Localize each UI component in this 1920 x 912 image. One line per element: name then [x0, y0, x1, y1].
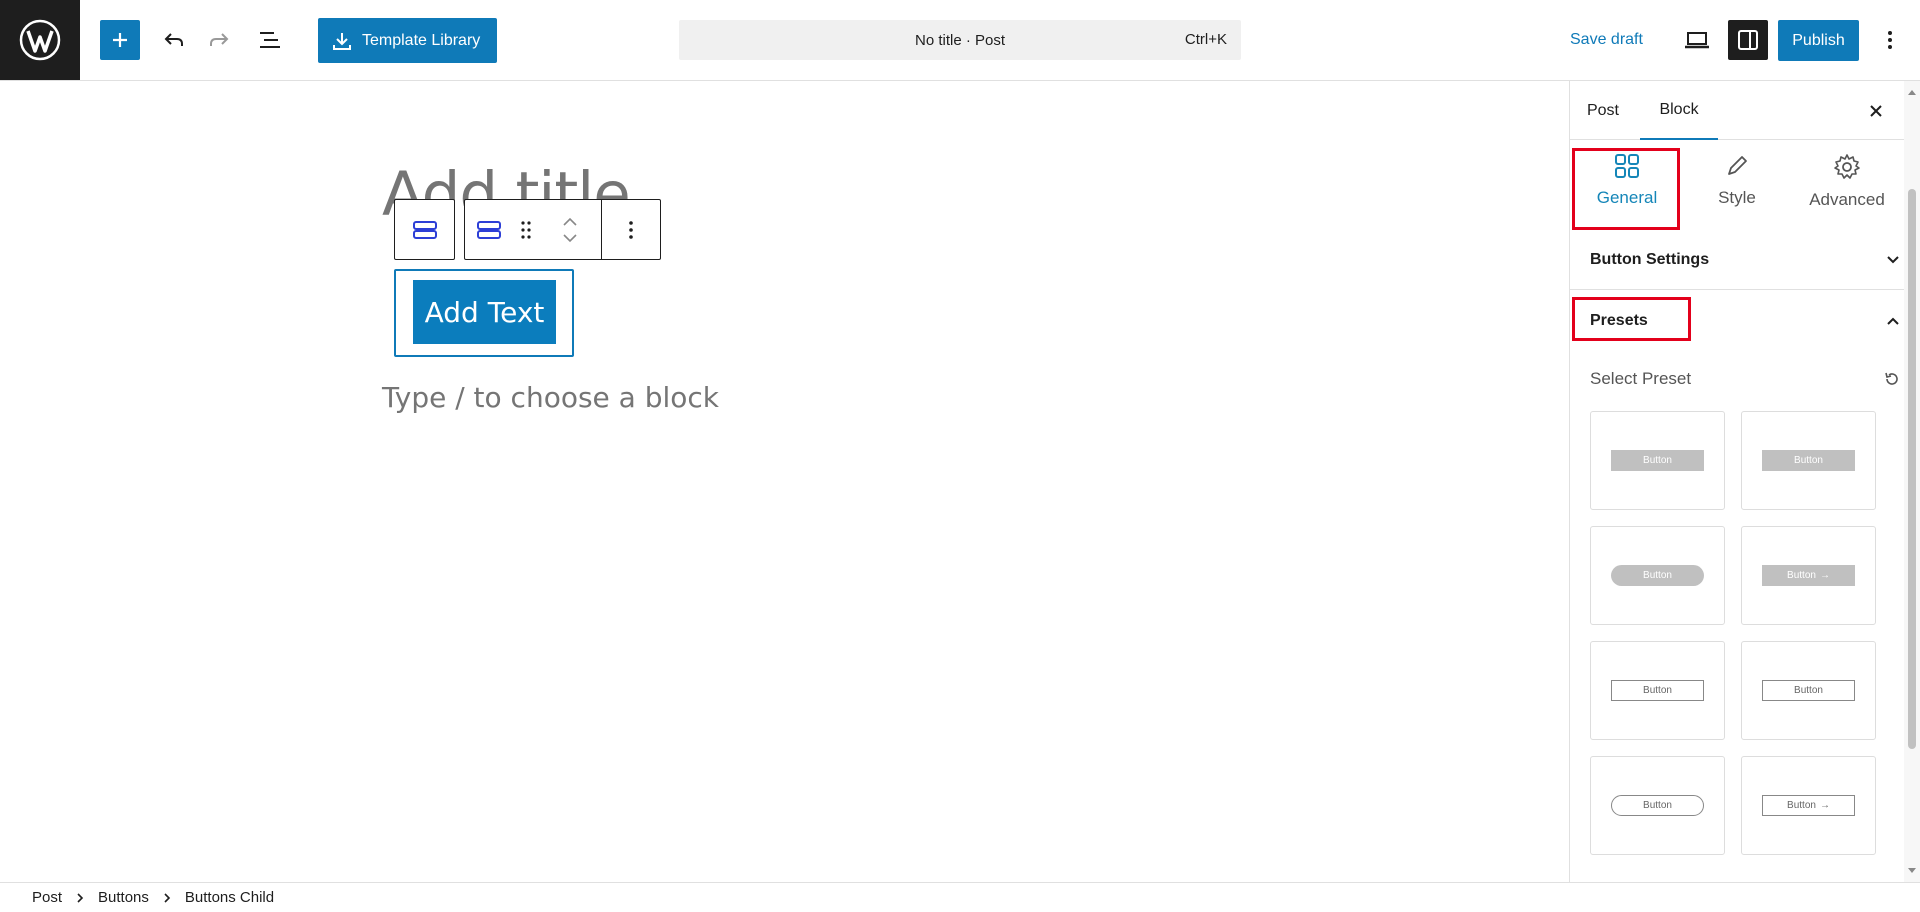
default-block-appender[interactable]: Type / to choose a block — [382, 381, 719, 414]
preset-card[interactable]: Button — [1590, 411, 1725, 510]
settings-sidebar-toggle[interactable] — [1728, 20, 1768, 60]
preset-preview: Button — [1762, 680, 1855, 701]
tab-advanced[interactable]: Advanced — [1792, 143, 1902, 223]
scroll-down-arrow-icon — [1908, 868, 1916, 873]
preset-preview: Button → — [1762, 795, 1855, 816]
wordpress-logo-button[interactable] — [0, 0, 80, 80]
breadcrumb-buttons[interactable]: Buttons — [98, 889, 149, 906]
select-preset-label: Select Preset — [1590, 369, 1692, 388]
command-shortcut: Ctrl+K — [1184, 31, 1227, 48]
sidebar-scrollbar[interactable] — [1904, 81, 1920, 882]
highlight-box-presets — [1572, 297, 1691, 341]
button-settings-panel-toggle[interactable]: Button Settings — [1570, 231, 1920, 290]
preview-button[interactable] — [1677, 20, 1717, 60]
plus-icon — [113, 33, 127, 47]
download-icon — [333, 32, 351, 50]
drag-handle[interactable] — [513, 200, 539, 259]
preset-preview-label: Button — [1787, 570, 1816, 581]
arrow-right-icon: → — [1819, 570, 1830, 581]
button-settings-title: Button Settings — [1590, 251, 1710, 268]
preset-card[interactable]: Button → — [1741, 756, 1876, 855]
settings-sidebar: Post Block General Style Advanced Button… — [1569, 81, 1920, 882]
block-inserter-button[interactable] — [100, 20, 140, 60]
publish-button[interactable]: Publish — [1778, 20, 1859, 61]
sidebar-tabs: Post Block — [1570, 81, 1920, 140]
preset-preview: Button — [1611, 565, 1704, 586]
preset-preview: Button → — [1762, 565, 1855, 586]
block-options-button[interactable] — [602, 200, 660, 259]
breadcrumb-post[interactable]: Post — [32, 889, 62, 906]
block-controls-group — [464, 199, 661, 260]
tab-post[interactable]: Post — [1578, 81, 1628, 140]
select-parent-button[interactable] — [394, 199, 455, 260]
preset-card[interactable]: Button — [1741, 411, 1876, 510]
move-controls — [539, 200, 601, 259]
sidebar-icon — [1738, 30, 1758, 50]
preset-card[interactable]: Button → — [1741, 526, 1876, 625]
tab-style-label: Style — [1718, 188, 1756, 207]
editor-canvas: Add title Add Text Type / to choose a bl… — [0, 81, 1569, 882]
button-block-icon — [477, 220, 501, 239]
reset-preset-button[interactable] — [1884, 371, 1900, 387]
highlight-box-general — [1572, 148, 1680, 230]
buttons-block-icon — [412, 220, 437, 239]
tab-style[interactable]: Style — [1682, 143, 1792, 223]
more-vertical-icon — [1888, 31, 1892, 49]
document-overview-button[interactable] — [250, 20, 290, 60]
select-preset-header: Select Preset — [1590, 369, 1900, 389]
tab-advanced-label: Advanced — [1809, 190, 1885, 209]
tab-block[interactable]: Block — [1640, 81, 1718, 140]
preset-card[interactable]: Button — [1590, 641, 1725, 740]
wordpress-icon — [19, 19, 61, 61]
editor-header: Template Library No title · Post Ctrl+K … — [0, 0, 1920, 81]
scroll-up-arrow-icon — [1908, 90, 1916, 95]
undo-button[interactable] — [154, 20, 194, 60]
preset-preview: Button — [1762, 450, 1855, 471]
preset-grid: Button Button Button Button → Button But… — [1590, 411, 1888, 855]
block-type-button[interactable] — [465, 200, 513, 259]
laptop-icon — [1685, 32, 1709, 49]
drag-handle-icon — [521, 220, 531, 239]
close-icon — [1870, 105, 1882, 117]
preset-card[interactable]: Button — [1741, 641, 1876, 740]
command-palette-bar[interactable]: No title · Post Ctrl+K — [679, 20, 1241, 60]
preset-preview: Button — [1611, 450, 1704, 471]
chevron-right-icon — [76, 892, 84, 903]
undo-icon — [164, 33, 183, 46]
redo-icon — [210, 33, 229, 46]
chevron-down-icon — [1887, 256, 1899, 264]
more-vertical-icon — [629, 220, 633, 239]
move-down-icon[interactable] — [562, 233, 578, 243]
block-breadcrumb: Post Buttons Buttons Child — [0, 882, 1920, 912]
block-toolbar — [394, 199, 661, 260]
save-draft-button[interactable]: Save draft — [1570, 20, 1643, 60]
chevron-up-icon — [1887, 317, 1899, 325]
arrow-right-icon: → — [1819, 800, 1830, 811]
breadcrumb-buttons-child: Buttons Child — [184, 889, 275, 906]
preset-card[interactable]: Button — [1590, 756, 1725, 855]
preset-preview: Button — [1611, 680, 1704, 701]
chevron-right-icon — [163, 892, 171, 903]
pencil-icon — [1728, 156, 1747, 175]
reset-icon — [1885, 372, 1898, 385]
preset-card[interactable]: Button — [1590, 526, 1725, 625]
template-library-label: Template Library — [362, 31, 481, 49]
button-text[interactable]: Add Text — [413, 280, 556, 344]
options-menu-button[interactable] — [1870, 20, 1910, 60]
preset-preview-label: Button — [1787, 800, 1816, 811]
close-sidebar-button[interactable] — [1856, 91, 1896, 131]
list-view-icon — [260, 32, 280, 48]
gear-icon — [1834, 154, 1860, 179]
redo-button[interactable] — [199, 20, 239, 60]
scrollbar-thumb[interactable] — [1908, 189, 1916, 749]
selected-button-block[interactable]: Add Text — [394, 269, 574, 357]
template-library-button[interactable]: Template Library — [318, 18, 497, 63]
preset-preview: Button — [1611, 795, 1704, 816]
move-up-icon[interactable] — [562, 217, 578, 227]
document-title: No title · Post — [914, 31, 1006, 49]
